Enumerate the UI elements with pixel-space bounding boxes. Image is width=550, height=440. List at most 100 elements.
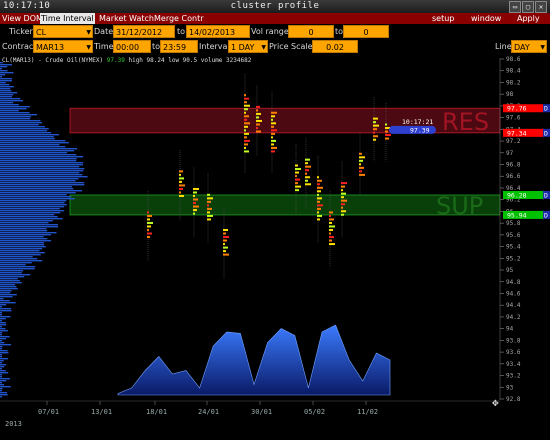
contract-select[interactable]: MAR13 ▼ (33, 40, 93, 53)
price-label: 93.2 (506, 373, 521, 380)
line-value: DAY (514, 43, 530, 52)
price-scale-label: Price Scale (269, 42, 313, 51)
line-label: Line (495, 42, 512, 51)
cluster-chart[interactable]: RESSUP 98.698.498.29897.897.697.497.2979… (0, 55, 550, 440)
vol-from-input[interactable]: 0 (288, 25, 334, 38)
interval-value: 1 DAY (231, 43, 255, 52)
price-label: 95.6 (506, 232, 521, 239)
date-label: 07/01 (38, 408, 59, 416)
low-value: low 90.5 (168, 57, 198, 64)
date-label: 13/01 (91, 408, 112, 416)
menu-merge-contr[interactable]: Merge Contr (153, 13, 205, 24)
volume-area (117, 324, 391, 396)
year-label: 2013 (5, 420, 22, 428)
date-axis: 07/01 13/01 18/01 24/01 30/01 05/02 11/02 2013 (0, 400, 500, 428)
price-label: 98 (506, 91, 514, 98)
price-label: 94.8 (506, 279, 521, 286)
chevron-down-icon: ▼ (86, 29, 91, 36)
price-label: 96.6 (506, 173, 521, 180)
close-icon[interactable]: ✕ (535, 1, 547, 13)
price-marker-label: 96.28 (507, 192, 527, 200)
price-marker-label: 97.34 (507, 129, 527, 137)
date-label: 24/01 (198, 408, 219, 416)
interval-select[interactable]: 1 DAY ▼ (228, 40, 268, 53)
symbol-info: CL(MAR13) - Crude Oil(NYMEX) 97.39 high … (2, 57, 251, 64)
price-label: 93 (506, 384, 514, 391)
date-to-input[interactable]: 14/02/2013 (186, 25, 250, 38)
price-label: 95.8 (506, 220, 521, 227)
price-marker-tag-label: D (544, 211, 548, 219)
price-marker-label: 97.76 (507, 105, 527, 113)
price-marker-tag-label: D (544, 129, 548, 137)
menu-time-interval[interactable]: Time Interval (40, 13, 95, 24)
toolbar: Ticker CL ▼ Date 31/12/2012 to 14/02/2013… (0, 24, 550, 55)
support-label: SUP (436, 192, 483, 220)
maximize-icon[interactable]: ▢ (522, 1, 534, 13)
vol-range-label: Vol range (251, 27, 289, 36)
cluster-bars (147, 73, 391, 279)
price-label: 98.4 (506, 68, 521, 75)
menu-view-dom[interactable]: View DOM (1, 13, 44, 24)
window-title: cluster profile (230, 1, 320, 11)
current-price-label: 97.39 (410, 126, 430, 134)
high-value: high 98.24 (128, 57, 165, 64)
price-scale-input[interactable]: 0.02 (312, 40, 358, 53)
price-label: 93.6 (506, 349, 521, 356)
time-label: Time (94, 42, 114, 51)
price-label: 94.6 (506, 290, 521, 297)
price-label: 95 (506, 267, 514, 274)
ticker-label: Ticker (9, 27, 33, 36)
date-to-label: to (177, 27, 186, 36)
interval-label: Interval (199, 42, 230, 51)
price-label: 95.2 (506, 255, 521, 262)
title-bar: 10:17:10 cluster profile ▭ ▢ ✕ (0, 0, 550, 14)
chevron-down-icon: ▼ (261, 44, 266, 51)
resistance-label: RES (442, 108, 489, 136)
menu-setup[interactable]: setup (431, 13, 455, 24)
current-time: 10:17:21 (402, 118, 433, 126)
price-label: 98.6 (506, 56, 521, 63)
ticker-value: CL (36, 28, 47, 37)
price-label: 98.2 (506, 79, 521, 86)
price-label: 92.8 (506, 396, 521, 403)
window-controls: ▭ ▢ ✕ (508, 1, 547, 13)
price-label: 97.6 (506, 115, 521, 122)
price-label: 97.2 (506, 138, 521, 145)
price-label: 95.4 (506, 244, 521, 251)
line-select[interactable]: DAY ▼ (511, 40, 547, 53)
volume-value: volume 3234682 (200, 57, 252, 64)
time-to-input[interactable]: 23:59 (160, 40, 198, 53)
chevron-down-icon: ▼ (540, 44, 545, 51)
symbol-name: CL(MAR13) - Crude Oil(NYMEX) (2, 57, 104, 64)
zone-layer: RES SUP (69, 107, 501, 220)
date-label: Date (94, 27, 114, 36)
price-marker-tag-label: D (544, 192, 548, 200)
ticker-input[interactable]: CL ▼ (33, 25, 93, 38)
vol-to-input[interactable]: 0 (343, 25, 389, 38)
time-from-input[interactable]: 00:00 (113, 40, 151, 53)
price-marker-tag-label: D (544, 105, 548, 113)
price-marker-label: 95.94 (507, 211, 527, 219)
menu-window[interactable]: window (470, 13, 502, 24)
contract-value: MAR13 (36, 43, 65, 52)
last-price: 97.39 (106, 57, 125, 64)
vol-to-label: to (335, 27, 344, 36)
price-label: 96.8 (506, 162, 521, 169)
date-label: 11/02 (357, 408, 378, 416)
time-to-label: to (152, 42, 161, 51)
price-label: 94.2 (506, 314, 521, 321)
date-label: 18/01 (146, 408, 167, 416)
menu-market-watch[interactable]: Market Watch (98, 13, 155, 24)
price-label: 94 (506, 326, 514, 333)
date-label: 05/02 (304, 408, 325, 416)
date-label: 30/01 (251, 408, 272, 416)
minimize-icon[interactable]: ▭ (509, 1, 521, 13)
crosshair-icon: ✥ (492, 396, 499, 409)
chevron-down-icon: ▼ (86, 44, 91, 51)
menu-apply[interactable]: Apply (516, 13, 541, 24)
contract-label: Contract (2, 42, 37, 51)
price-label: 93.4 (506, 361, 521, 368)
date-from-input[interactable]: 31/12/2012 (113, 25, 175, 38)
price-label: 97 (506, 150, 514, 157)
price-label: 94.4 (506, 302, 521, 309)
